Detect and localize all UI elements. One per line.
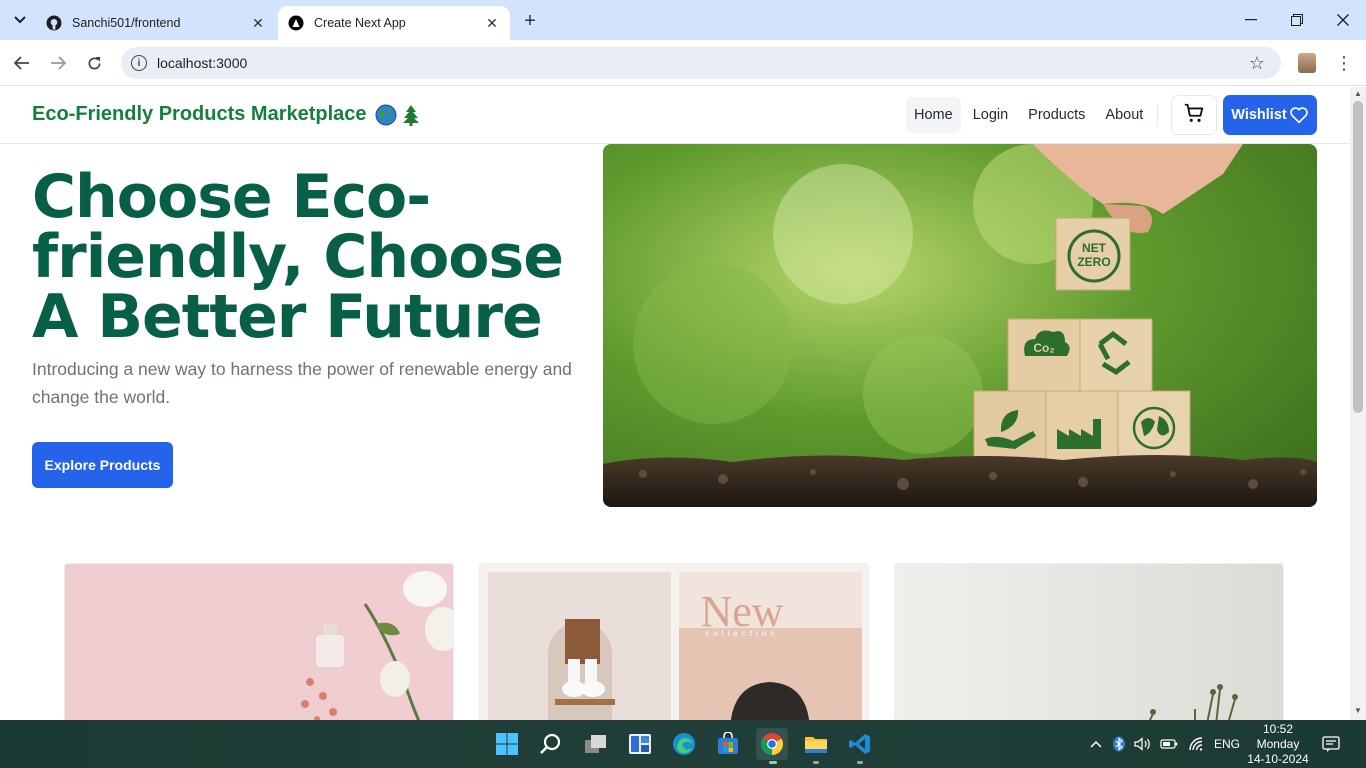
microsoft-store-icon[interactable] <box>712 728 744 760</box>
nav-divider <box>1157 105 1158 125</box>
heart-icon <box>1289 106 1309 124</box>
file-explorer-icon[interactable] <box>800 728 832 760</box>
nav-about-link[interactable]: About <box>1097 97 1151 133</box>
hero-title: Choose Eco-friendly, Choose A Better Fut… <box>32 162 564 352</box>
windows-start-icon[interactable] <box>491 728 523 760</box>
scroll-up-arrow-icon[interactable]: ▲ <box>1350 89 1366 101</box>
taskbar-clock[interactable]: 10:52 Monday 14-10-2024 <box>1244 722 1312 767</box>
globe-icon <box>375 104 397 126</box>
nav-login-link[interactable]: Login <box>965 97 1016 133</box>
show-hidden-icons-chevron-icon[interactable] <box>1088 740 1104 748</box>
browser-tab-github[interactable]: Sanchi501/frontend ✕ <box>36 6 276 40</box>
clock-date: 14-10-2024 <box>1247 752 1309 766</box>
wishlist-button[interactable]: Wishlist <box>1223 95 1317 135</box>
chrome-browser-icon[interactable] <box>756 728 788 760</box>
bookmark-star-icon[interactable]: ☆ <box>1245 53 1269 74</box>
hero-subtitle: Introducing a new way to harness the pow… <box>32 359 572 407</box>
edge-browser-icon[interactable] <box>668 728 700 760</box>
url-text[interactable]: localhost:3000 <box>157 55 1245 71</box>
github-icon <box>46 15 62 31</box>
brand-logo[interactable]: Eco-Friendly Products Marketplace <box>32 103 421 126</box>
vscode-icon[interactable] <box>844 728 876 760</box>
reload-icon[interactable] <box>79 48 109 78</box>
windows-taskbar: ENG 10:52 Monday 14-10-2024 <box>0 720 1366 768</box>
browser-tab-create-next-app[interactable]: Create Next App ✕ <box>278 6 510 40</box>
product-card-cosmetics[interactable] <box>64 563 454 720</box>
wifi-icon[interactable] <box>1188 737 1204 751</box>
bluetooth-icon[interactable] <box>1112 736 1126 752</box>
language-indicator[interactable]: ENG <box>1214 737 1240 751</box>
page-scrollbar[interactable]: ▲ ▼ <box>1350 87 1366 720</box>
close-tab-icon[interactable]: ✕ <box>484 15 500 31</box>
clock-time: 10:52 <box>1262 722 1294 736</box>
chrome-active-indicator <box>769 761 777 764</box>
browser-tab-strip: Sanchi501/frontend ✕ Create Next App ✕ + <box>0 0 1366 40</box>
scrollbar-thumb[interactable] <box>1353 101 1363 413</box>
address-bar[interactable]: i localhost:3000 ☆ <box>121 47 1281 79</box>
profile-avatar-icon[interactable] <box>1298 53 1316 73</box>
explorer-indicator <box>813 761 819 764</box>
product-card-new-collection[interactable]: New collection <box>479 563 869 720</box>
cart-icon <box>1183 102 1205 129</box>
notifications-icon[interactable] <box>1322 720 1344 768</box>
battery-icon[interactable] <box>1160 738 1178 750</box>
site-nav-links: Home Login Products About <box>906 97 1155 133</box>
widgets-icon[interactable] <box>624 728 656 760</box>
back-arrow-icon[interactable] <box>7 48 37 78</box>
scroll-down-arrow-icon[interactable]: ▼ <box>1350 706 1366 718</box>
browser-menu-icon[interactable]: ⋮ <box>1334 52 1354 74</box>
new-collection-subtitle: collection <box>705 629 778 638</box>
minimize-window-icon[interactable] <box>1228 0 1274 40</box>
task-view-icon[interactable] <box>580 728 612 760</box>
new-tab-plus-icon[interactable]: + <box>518 9 542 33</box>
nextjs-icon <box>288 15 304 31</box>
tab-title: Sanchi501/frontend <box>72 16 181 30</box>
close-tab-icon[interactable]: ✕ <box>250 15 266 31</box>
browser-toolbar: i localhost:3000 ☆ ⋮ <box>0 40 1366 86</box>
wishlist-label: Wishlist <box>1231 107 1287 123</box>
close-window-icon[interactable] <box>1320 0 1366 40</box>
svg-text:Co₂: Co₂ <box>1033 341 1054 355</box>
site-info-icon[interactable]: i <box>131 55 147 71</box>
hero-image-net-zero-blocks: NET ZERO Co₂ <box>603 144 1317 507</box>
page-viewport: Eco-Friendly Products Marketplace Home L… <box>0 87 1350 720</box>
forward-arrow-icon[interactable] <box>43 48 73 78</box>
cart-button[interactable] <box>1171 95 1217 135</box>
vscode-indicator <box>857 761 863 764</box>
nav-home-link[interactable]: Home <box>906 97 961 133</box>
search-icon[interactable] <box>535 728 567 760</box>
site-navbar: Eco-Friendly Products Marketplace Home L… <box>0 87 1350 144</box>
evergreen-tree-icon <box>401 104 421 126</box>
nav-products-link[interactable]: Products <box>1020 97 1093 133</box>
clock-day: Monday <box>1256 737 1300 751</box>
explore-products-button[interactable]: Explore Products <box>32 442 173 488</box>
svg-text:ZERO: ZERO <box>1077 255 1110 269</box>
product-card-plants[interactable] <box>894 563 1284 720</box>
system-tray: ENG <box>1088 720 1240 768</box>
restore-window-icon[interactable] <box>1274 0 1320 40</box>
volume-icon[interactable] <box>1134 737 1152 751</box>
tab-title: Create Next App <box>314 16 406 30</box>
net-zero-block-text: NET <box>1082 241 1107 255</box>
brand-name: Eco-Friendly Products Marketplace <box>32 103 367 125</box>
tab-search-chevron-icon[interactable] <box>8 8 32 32</box>
